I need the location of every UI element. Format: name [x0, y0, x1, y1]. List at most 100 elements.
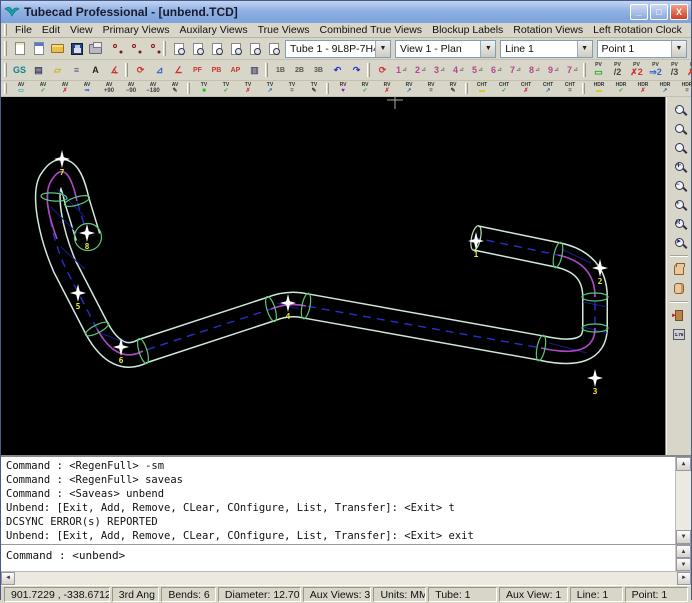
cht-delete-icon[interactable]: CHT✗: [516, 82, 536, 96]
redo-icon[interactable]: ↷: [348, 62, 365, 79]
menu-auxilary-views[interactable]: Auxilary Views: [175, 24, 253, 36]
open-icon[interactable]: [49, 40, 66, 57]
pv-x3-icon[interactable]: PV✗3: [685, 62, 692, 79]
new-from-template-icon[interactable]: [30, 40, 47, 57]
view-7-icon[interactable]: 7⊿: [507, 62, 524, 79]
command-input-area[interactable]: Command : <unbend> ▲ ▼: [1, 544, 691, 571]
text-icon[interactable]: A: [87, 62, 104, 79]
av-icon[interactable]: AV▭: [11, 82, 31, 96]
av-minus180-icon[interactable]: AV−180: [143, 82, 163, 96]
zoom-dynamic-icon[interactable]: [669, 120, 689, 137]
av-accept-icon[interactable]: AV✓: [33, 82, 53, 96]
print-icon[interactable]: [87, 40, 104, 57]
hdr-delete-icon[interactable]: HDR✗: [633, 82, 653, 96]
point-marker-3[interactable]: 3: [587, 369, 603, 396]
drawing-canvas[interactable]: 78564123: [1, 97, 666, 455]
pb-dimension-icon[interactable]: PB: [208, 62, 225, 79]
hdr-move-icon[interactable]: HDR↗: [655, 82, 675, 96]
toolbar-grip[interactable]: [187, 83, 190, 93]
bend-1-icon[interactable]: 1B: [272, 62, 289, 79]
protractor-icon[interactable]: ⊿: [151, 62, 168, 79]
measure-angle-icon[interactable]: ∡: [106, 62, 123, 79]
scroll-right-icon[interactable]: ►: [677, 572, 691, 585]
av-plus90-icon[interactable]: AV+90: [99, 82, 119, 96]
view-3-icon[interactable]: 3⊿: [431, 62, 448, 79]
zoom-previous-icon[interactable]: [669, 139, 689, 156]
point-select-dropdown-icon[interactable]: ▼: [671, 41, 686, 57]
zoom-in-icon[interactable]: +: [669, 196, 689, 213]
view-7b-icon[interactable]: 7⊿: [564, 62, 581, 79]
tv-icon[interactable]: TV■: [194, 82, 214, 96]
menu-file[interactable]: File: [10, 24, 37, 36]
rv-delete-icon[interactable]: RV✗: [377, 82, 397, 96]
zoom-scale-icon[interactable]: R: [669, 215, 689, 232]
hdr-accept-icon[interactable]: HDR✓: [611, 82, 631, 96]
export-icon[interactable]: [669, 307, 689, 324]
pv-arrange2-icon[interactable]: PV⇒2: [647, 62, 664, 79]
command-scroll-up-icon[interactable]: ▲: [676, 545, 691, 558]
line-select-dropdown-icon[interactable]: ▼: [577, 41, 592, 57]
command-scroll-down-icon[interactable]: ▼: [676, 558, 691, 571]
tube-select[interactable]: Tube 1 - 9L8P-7H420-BD▼: [285, 40, 391, 58]
cht-accept-icon[interactable]: CHT✓: [494, 82, 514, 96]
group-select-icon[interactable]: GS: [11, 62, 28, 79]
av-minus90-icon[interactable]: AV−90: [121, 82, 141, 96]
view-layout-6-icon[interactable]: [265, 40, 282, 57]
rv-align-icon[interactable]: RV=: [421, 82, 441, 96]
menu-combined-true-views[interactable]: Combined True Views: [315, 24, 428, 36]
menu-edit[interactable]: Edit: [37, 24, 65, 36]
regen-icon[interactable]: ⟳: [374, 62, 391, 79]
view-layout-2-icon[interactable]: [189, 40, 206, 57]
zoom-out-icon[interactable]: −: [669, 177, 689, 194]
shade-icon[interactable]: [669, 280, 689, 297]
toolbar-grip[interactable]: [4, 83, 7, 93]
zoom-window-icon[interactable]: ▫: [669, 101, 689, 118]
bend-2-icon[interactable]: 2B: [291, 62, 308, 79]
tube-mirror-icon[interactable]: [144, 40, 161, 57]
calculator-icon[interactable]: 1.76: [669, 326, 689, 343]
cht-icon[interactable]: CHT▬: [472, 82, 492, 96]
line-select[interactable]: Line 1▼: [500, 40, 592, 58]
pan-icon[interactable]: [669, 261, 689, 278]
horizontal-scroll-track[interactable]: [15, 572, 677, 585]
toolbar-grip[interactable]: [465, 83, 468, 93]
menu-rotation-views[interactable]: Rotation Views: [508, 24, 588, 36]
view-layout-3-icon[interactable]: [208, 40, 225, 57]
point-select[interactable]: Point 1▼: [597, 40, 687, 58]
menu-blockup-labels[interactable]: Blockup Labels: [427, 24, 508, 36]
new-document-icon[interactable]: [11, 40, 28, 57]
tube-select-dropdown-icon[interactable]: ▼: [375, 41, 390, 57]
pv-x2-icon[interactable]: PV✗2: [628, 62, 645, 79]
menu-true-views[interactable]: True Views: [253, 24, 315, 36]
tube-create-icon[interactable]: [106, 40, 123, 57]
hdr-align-icon[interactable]: HDR=: [677, 82, 692, 96]
view-select-dropdown-icon[interactable]: ▼: [480, 41, 495, 57]
pv-half-icon[interactable]: PV/2: [609, 62, 626, 79]
close-button[interactable]: X: [670, 4, 688, 20]
scroll-left-icon[interactable]: ◄: [1, 572, 15, 585]
toolbar-grip[interactable]: [125, 63, 128, 77]
tv-accept-icon[interactable]: TV✓: [216, 82, 236, 96]
tv-align-icon[interactable]: TV=: [282, 82, 302, 96]
scroll-down-icon[interactable]: ▼: [676, 530, 691, 544]
view-1-icon[interactable]: 1⊿: [393, 62, 410, 79]
toolbar-grip[interactable]: [4, 24, 7, 35]
scroll-up-icon[interactable]: ▲: [676, 457, 691, 471]
toolbar-grip[interactable]: [265, 63, 268, 77]
av-edit-icon[interactable]: AV✎: [165, 82, 185, 96]
toolbar-grip[interactable]: [583, 63, 586, 77]
view-select[interactable]: View 1 - Plan▼: [395, 40, 496, 58]
angle-icon[interactable]: ∠: [170, 62, 187, 79]
rv-accept-icon[interactable]: RV✓: [355, 82, 375, 96]
view-5-icon[interactable]: 5⊿: [469, 62, 486, 79]
rv-edit-icon[interactable]: RV✎: [443, 82, 463, 96]
tv-move-icon[interactable]: TV↗: [260, 82, 280, 96]
ruler-icon[interactable]: ▥: [246, 62, 263, 79]
av-move-icon[interactable]: AV⇒: [77, 82, 97, 96]
maximize-button[interactable]: □: [650, 4, 668, 20]
horizontal-scrollbar[interactable]: ◄ ►: [1, 571, 691, 585]
toolbar-grip[interactable]: [367, 63, 370, 77]
save-icon[interactable]: [68, 40, 85, 57]
menu-primary-views[interactable]: Primary Views: [98, 24, 175, 36]
orbit-icon[interactable]: ➤: [669, 234, 689, 251]
